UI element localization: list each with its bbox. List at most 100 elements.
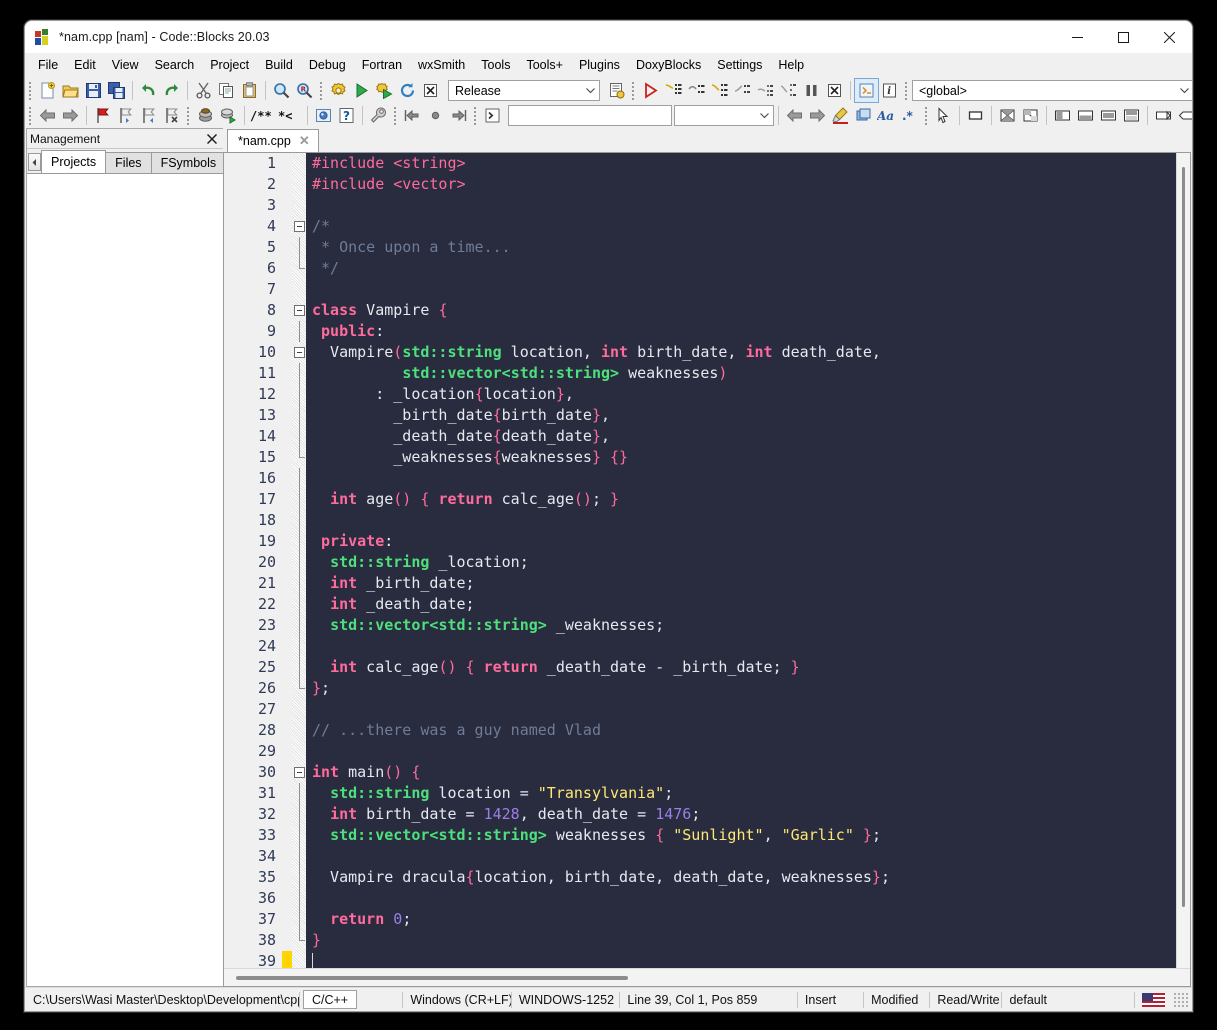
debug-stop-icon[interactable] <box>823 79 846 102</box>
toolbar-grip[interactable] <box>923 105 930 126</box>
menu-doxyblocks[interactable]: DoxyBlocks <box>628 55 709 75</box>
find-icon[interactable] <box>270 79 293 102</box>
doxyblocks-extract-icon[interactable] <box>217 104 240 127</box>
build-and-run-icon[interactable] <box>373 79 396 102</box>
back-icon[interactable] <box>36 104 59 127</box>
open-file-icon[interactable] <box>59 79 82 102</box>
fold-cell[interactable] <box>292 552 306 573</box>
editor-vertical-scrollbar[interactable] <box>1176 153 1190 968</box>
editor-tab-nam-cpp[interactable]: *nam.cpp ✕ <box>227 129 319 152</box>
box-sizer-fill-icon[interactable] <box>1120 104 1143 127</box>
chevron-left-icon[interactable] <box>28 153 41 171</box>
debug-run-to-cursor-icon[interactable] <box>662 79 685 102</box>
chevron-down-icon[interactable] <box>1175 88 1192 94</box>
menu-help[interactable]: Help <box>770 55 812 75</box>
build-target-combo[interactable]: Release <box>448 80 600 101</box>
search-input[interactable] <box>508 105 672 126</box>
fold-cell[interactable] <box>292 384 306 405</box>
doxyblocks-run-icon[interactable] <box>194 104 217 127</box>
fold-cell[interactable] <box>292 867 306 888</box>
menu-settings[interactable]: Settings <box>709 55 770 75</box>
fold-cell[interactable] <box>292 657 306 678</box>
toolbar-grip[interactable] <box>27 80 34 101</box>
toggle-bookmark-icon[interactable] <box>91 104 114 127</box>
toolbar-grip[interactable] <box>185 105 192 126</box>
doxyblocks-comment-icon[interactable]: /** <box>249 104 277 127</box>
toolbar-grip[interactable] <box>903 80 910 101</box>
maximize-icon[interactable] <box>1100 21 1146 53</box>
fold-cell[interactable] <box>292 573 306 594</box>
fold-cell[interactable] <box>292 594 306 615</box>
close-icon[interactable]: ✕ <box>299 130 310 152</box>
build-targets-icon[interactable] <box>605 79 628 102</box>
changebar-mark-icon[interactable] <box>424 104 447 127</box>
debug-next-line-icon[interactable] <box>685 79 708 102</box>
undo-icon[interactable] <box>137 79 160 102</box>
fold-cell[interactable] <box>292 804 306 825</box>
status-keyboard-layout[interactable] <box>1134 988 1174 1012</box>
forward-icon[interactable] <box>59 104 82 127</box>
fold-cell[interactable] <box>292 363 306 384</box>
rebuild-icon[interactable] <box>396 79 419 102</box>
menu-edit[interactable]: Edit <box>66 55 104 75</box>
replace-icon[interactable]: R <box>293 79 316 102</box>
scrollbar-thumb[interactable] <box>236 976 628 980</box>
fold-collapse-icon[interactable] <box>294 305 305 316</box>
previous-bookmark-icon[interactable] <box>114 104 137 127</box>
fold-cell[interactable] <box>292 258 306 279</box>
fold-cell[interactable] <box>292 321 306 342</box>
tab-fsymbols[interactable]: FSymbols <box>151 152 227 173</box>
projects-tree-pane[interactable] <box>27 173 223 986</box>
fold-cell[interactable] <box>292 216 306 237</box>
fold-cell[interactable] <box>292 636 306 657</box>
close-icon[interactable] <box>204 131 220 147</box>
fold-cell[interactable] <box>292 510 306 531</box>
regex-icon[interactable]: .* <box>898 104 921 127</box>
debug-break-icon[interactable] <box>800 79 823 102</box>
fold-cell[interactable] <box>292 825 306 846</box>
tab-files[interactable]: Files <box>105 152 151 173</box>
redo-icon[interactable] <box>160 79 183 102</box>
menu-project[interactable]: Project <box>202 55 257 75</box>
fold-cell[interactable] <box>292 405 306 426</box>
fold-cell[interactable] <box>292 930 306 951</box>
menu-search[interactable]: Search <box>147 55 203 75</box>
menu-plugins[interactable]: Plugins <box>571 55 628 75</box>
goto-next-changed-icon[interactable] <box>447 104 470 127</box>
browse-tracker-icon[interactable] <box>312 104 335 127</box>
close-icon[interactable] <box>1146 21 1192 53</box>
fold-cell[interactable] <box>292 615 306 636</box>
new-file-icon[interactable] <box>36 79 59 102</box>
scrollbar-thumb[interactable] <box>1182 167 1185 907</box>
menu-fortran[interactable]: Fortran <box>354 55 410 75</box>
fold-cell[interactable] <box>292 531 306 552</box>
grid-sizer-icon[interactable] <box>996 104 1019 127</box>
toolbar-grip[interactable] <box>392 105 399 126</box>
debug-next-instruction-icon[interactable] <box>754 79 777 102</box>
build-icon[interactable] <box>327 79 350 102</box>
code-text-area[interactable]: #include <string>#include <vector> /* * … <box>306 153 1176 968</box>
editor-horizontal-scrollbar[interactable] <box>224 968 1190 986</box>
menu-tools-plus[interactable]: Tools+ <box>518 55 570 75</box>
next-bookmark-icon[interactable] <box>137 104 160 127</box>
toolbar-grip[interactable] <box>318 80 325 101</box>
copy-icon[interactable] <box>215 79 238 102</box>
fold-cell[interactable] <box>292 678 306 699</box>
debug-step-out-icon[interactable] <box>731 79 754 102</box>
fold-cell[interactable] <box>292 762 306 783</box>
debug-continue-icon[interactable] <box>639 79 662 102</box>
code-completion-icon[interactable] <box>481 104 504 127</box>
fold-cell[interactable] <box>292 447 306 468</box>
fold-cell[interactable] <box>292 237 306 258</box>
status-language[interactable]: C/C++ <box>303 990 357 1009</box>
highlight-icon[interactable] <box>829 104 852 127</box>
run-icon[interactable] <box>350 79 373 102</box>
box-sizer-center-icon[interactable] <box>1097 104 1120 127</box>
spacer-center-icon[interactable] <box>1175 104 1192 127</box>
chevron-down-icon[interactable] <box>581 88 599 94</box>
symbol-icon[interactable] <box>852 104 875 127</box>
menu-debug[interactable]: Debug <box>301 55 354 75</box>
box-sizer-top-icon[interactable] <box>1051 104 1074 127</box>
fold-collapse-icon[interactable] <box>294 767 305 778</box>
fold-cell[interactable] <box>292 426 306 447</box>
